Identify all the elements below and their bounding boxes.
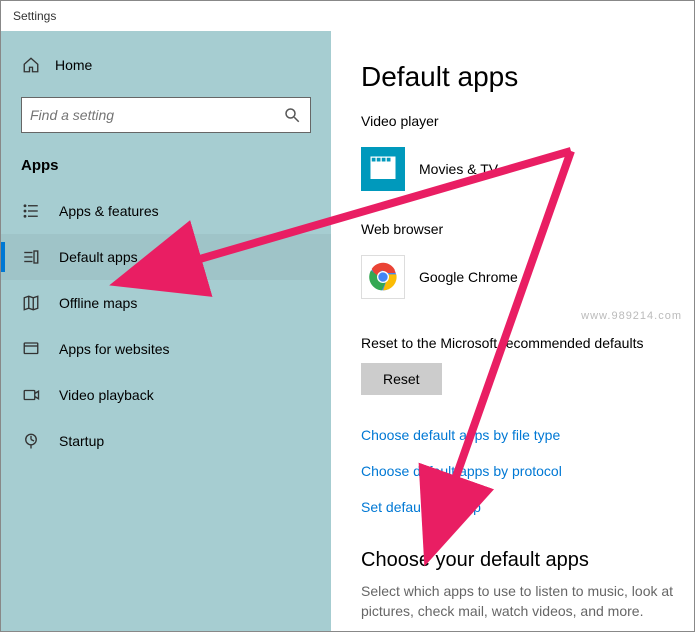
- defaults-icon: [21, 247, 41, 267]
- nav-default-apps[interactable]: Default apps: [1, 234, 331, 280]
- choose-heading: Choose your default apps: [361, 549, 694, 572]
- web-browser-app-tile[interactable]: Google Chrome: [361, 251, 694, 313]
- window-title: Settings: [13, 9, 56, 23]
- sidebar-section-heading: Apps: [1, 151, 331, 188]
- page-title: Default apps: [361, 61, 694, 93]
- chrome-icon: [361, 255, 405, 299]
- window-titlebar: Settings: [1, 1, 694, 31]
- startup-icon: [21, 431, 41, 451]
- nav-offline-maps[interactable]: Offline maps: [1, 280, 331, 326]
- nav-home[interactable]: Home: [1, 47, 331, 91]
- video-player-app-tile[interactable]: Movies & TV: [361, 143, 694, 205]
- main-content: Default apps Video player Movies & TV We…: [331, 31, 694, 631]
- video-player-app-name: Movies & TV: [419, 161, 498, 177]
- nav-item-label: Apps & features: [59, 203, 159, 219]
- link-by-app[interactable]: Set defaults by app: [361, 489, 694, 525]
- nav-home-label: Home: [55, 57, 92, 73]
- home-icon: [21, 55, 41, 75]
- nav-apps-for-websites[interactable]: Apps for websites: [1, 326, 331, 372]
- nav-startup[interactable]: Startup: [1, 418, 331, 464]
- search-icon: [282, 105, 302, 125]
- reset-button[interactable]: Reset: [361, 363, 442, 395]
- sidebar: Home Apps Apps & features: [1, 31, 331, 631]
- nav-video-playback[interactable]: Video playback: [1, 372, 331, 418]
- web-browser-app-name: Google Chrome: [419, 269, 518, 285]
- web-browser-label: Web browser: [361, 221, 694, 237]
- nav-item-label: Video playback: [59, 387, 154, 403]
- nav-item-label: Offline maps: [59, 295, 137, 311]
- map-icon: [21, 293, 41, 313]
- reset-description: Reset to the Microsoft recommended defau…: [361, 335, 694, 351]
- choose-description: Select which apps to use to listen to mu…: [361, 582, 694, 621]
- search-box[interactable]: [21, 97, 311, 133]
- websites-icon: [21, 339, 41, 359]
- nav-apps-features[interactable]: Apps & features: [1, 188, 331, 234]
- nav-item-label: Startup: [59, 433, 104, 449]
- watermark: www.989214.com: [581, 310, 682, 322]
- video-icon: [21, 385, 41, 405]
- nav-item-label: Default apps: [59, 249, 138, 265]
- movies-tv-icon: [361, 147, 405, 191]
- list-icon: [21, 201, 41, 221]
- nav-item-label: Apps for websites: [59, 341, 170, 357]
- link-by-file-type[interactable]: Choose default apps by file type: [361, 417, 694, 453]
- search-input[interactable]: [30, 107, 282, 123]
- video-player-label: Video player: [361, 113, 694, 129]
- link-by-protocol[interactable]: Choose default apps by protocol: [361, 453, 694, 489]
